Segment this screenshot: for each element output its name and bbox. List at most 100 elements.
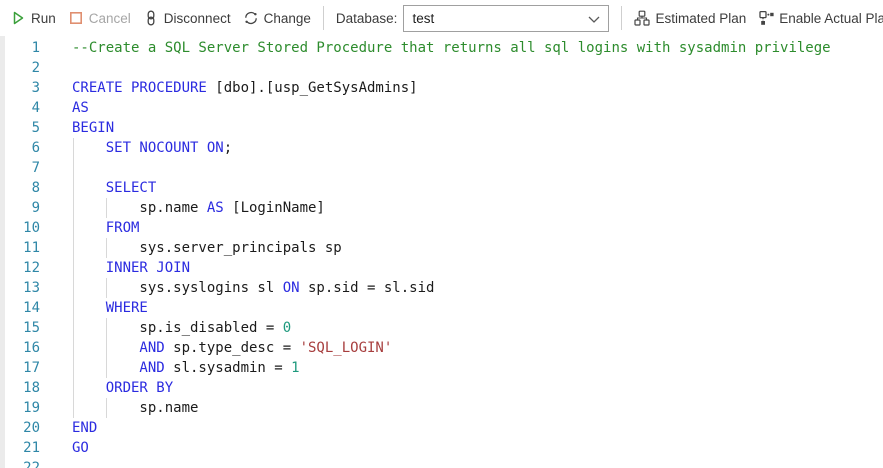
change-connection-button[interactable]: Change — [243, 10, 311, 26]
code-line[interactable]: 8 SELECT — [0, 178, 883, 198]
indent-guide — [72, 378, 74, 398]
line-number: 22 — [23, 460, 40, 468]
code-token: SELECT — [72, 180, 157, 196]
enable-actual-plan-button[interactable]: Enable Actual Plan — [758, 10, 883, 26]
code-token: [LoginName] — [223, 200, 325, 216]
code-line[interactable]: 12 INNER JOIN — [0, 258, 883, 278]
code-token: --Create a SQL Server Stored Procedure t… — [72, 40, 831, 56]
code-token: sl.sysadmin = — [164, 360, 292, 376]
code-line[interactable]: 11 sys.server_principals sp — [0, 238, 883, 258]
indent-guide — [106, 278, 108, 298]
cancel-button[interactable]: Cancel — [68, 10, 131, 26]
indent-guide — [72, 238, 74, 258]
indent-guide — [72, 198, 74, 218]
line-number: 4 — [31, 100, 40, 116]
line-number: 20 — [23, 420, 40, 436]
code-token: AS — [206, 200, 224, 216]
disconnect-icon — [143, 10, 159, 26]
code-line[interactable]: 5 BEGIN — [0, 118, 883, 138]
code-line[interactable]: 15 sp.is_disabled = 0 — [0, 318, 883, 338]
indent-guide — [72, 138, 74, 158]
line-number: 10 — [23, 220, 40, 236]
code-token: sp.name — [72, 400, 199, 416]
code-token: GO — [72, 440, 89, 456]
code-token: sp.is_disabled = — [72, 320, 283, 336]
line-number: 18 — [23, 380, 40, 396]
code-token: INNER JOIN — [72, 260, 191, 276]
disconnect-button[interactable]: Disconnect — [143, 10, 231, 26]
code-token: sp.sid = sl.sid — [299, 280, 435, 296]
query-editor-window: Run Cancel Disconnect Change Database: t… — [0, 0, 883, 468]
code-line[interactable]: 18 ORDER BY — [0, 378, 883, 398]
database-value: test — [412, 10, 435, 26]
indent-guide — [106, 198, 108, 218]
database-dropdown[interactable]: test — [403, 4, 610, 32]
indent-guide — [106, 398, 108, 418]
line-number: 2 — [31, 60, 40, 76]
code-line[interactable]: 10 FROM — [0, 218, 883, 238]
code-token: [dbo].[usp_GetSysAdmins] — [206, 80, 418, 96]
line-number: 13 — [23, 280, 40, 296]
enable-actual-plan-label: Enable Actual Plan — [779, 10, 883, 26]
code-token: sys.server_principals sp — [72, 240, 342, 256]
line-number: 9 — [31, 200, 40, 216]
code-token: ; — [223, 140, 233, 156]
run-button[interactable]: Run — [10, 10, 56, 26]
code-token: 'SQL_LOGIN' — [299, 340, 393, 356]
line-number: 1 — [31, 40, 40, 56]
indent-guide — [72, 358, 74, 378]
code-token: 0 — [282, 320, 292, 336]
code-line[interactable]: 6 SET NOCOUNT ON; — [0, 138, 883, 158]
indent-guide — [106, 338, 108, 358]
cancel-label: Cancel — [88, 10, 131, 26]
query-toolbar: Run Cancel Disconnect Change Database: t… — [0, 0, 883, 36]
code-token: AND — [72, 340, 165, 356]
code-line[interactable]: 7 — [0, 158, 883, 178]
database-label: Database: — [335, 10, 398, 26]
code-area[interactable]: 1 --Create a SQL Server Stored Procedure … — [0, 38, 883, 468]
code-token: SET NOCOUNT ON — [72, 140, 224, 156]
code-line[interactable]: 19 sp.name — [0, 398, 883, 418]
code-token: CREATE PROCEDURE — [72, 80, 207, 96]
code-line[interactable]: 16 AND sp.type_desc = 'SQL_LOGIN' — [0, 338, 883, 358]
indent-guide — [106, 318, 108, 338]
code-line[interactable]: 20 END — [0, 418, 883, 438]
line-number: 19 — [23, 400, 40, 416]
code-line[interactable]: 9 sp.name AS [LoginName] — [0, 198, 883, 218]
code-token: ON — [282, 280, 300, 296]
code-token: sys.syslogins sl — [72, 280, 283, 296]
indent-guide — [72, 338, 74, 358]
code-token: FROM — [72, 220, 140, 236]
line-number: 12 — [23, 260, 40, 276]
code-line[interactable]: 21 GO — [0, 438, 883, 458]
code-line[interactable]: 4 AS — [0, 98, 883, 118]
code-line[interactable]: 2 — [0, 58, 883, 78]
line-number: 7 — [31, 160, 40, 176]
line-number: 17 — [23, 360, 40, 376]
estimated-plan-label: Estimated Plan — [655, 10, 747, 26]
code-token: AND — [72, 360, 165, 376]
code-line[interactable]: 22 — [0, 458, 883, 468]
sql-editor[interactable]: 1 --Create a SQL Server Stored Procedure … — [0, 36, 883, 468]
code-line[interactable]: 14 WHERE — [0, 298, 883, 318]
indent-guide — [72, 218, 74, 238]
code-line[interactable]: 13 sys.syslogins sl ON sp.sid = sl.sid — [0, 278, 883, 298]
code-line[interactable]: 3 CREATE PROCEDURE [dbo].[usp_GetSysAdmin… — [0, 78, 883, 98]
indent-guide — [72, 318, 74, 338]
line-number: 8 — [31, 180, 40, 196]
indent-guide — [72, 298, 74, 318]
line-number: 15 — [23, 320, 40, 336]
indent-guide — [72, 398, 74, 418]
change-connection-icon — [243, 10, 259, 26]
database-picker: Database: test — [335, 4, 610, 32]
code-token: sp.name — [72, 200, 207, 216]
estimated-plan-button[interactable]: Estimated Plan — [634, 10, 746, 26]
code-line[interactable]: 17 AND sl.sysadmin = 1 — [0, 358, 883, 378]
code-line[interactable]: 1 --Create a SQL Server Stored Procedure … — [0, 38, 883, 58]
indent-guide — [72, 278, 74, 298]
line-number: 3 — [31, 80, 40, 96]
run-icon — [10, 10, 26, 26]
toolbar-divider — [322, 6, 324, 30]
line-number: 14 — [23, 300, 40, 316]
change-connection-label: Change — [263, 10, 311, 26]
